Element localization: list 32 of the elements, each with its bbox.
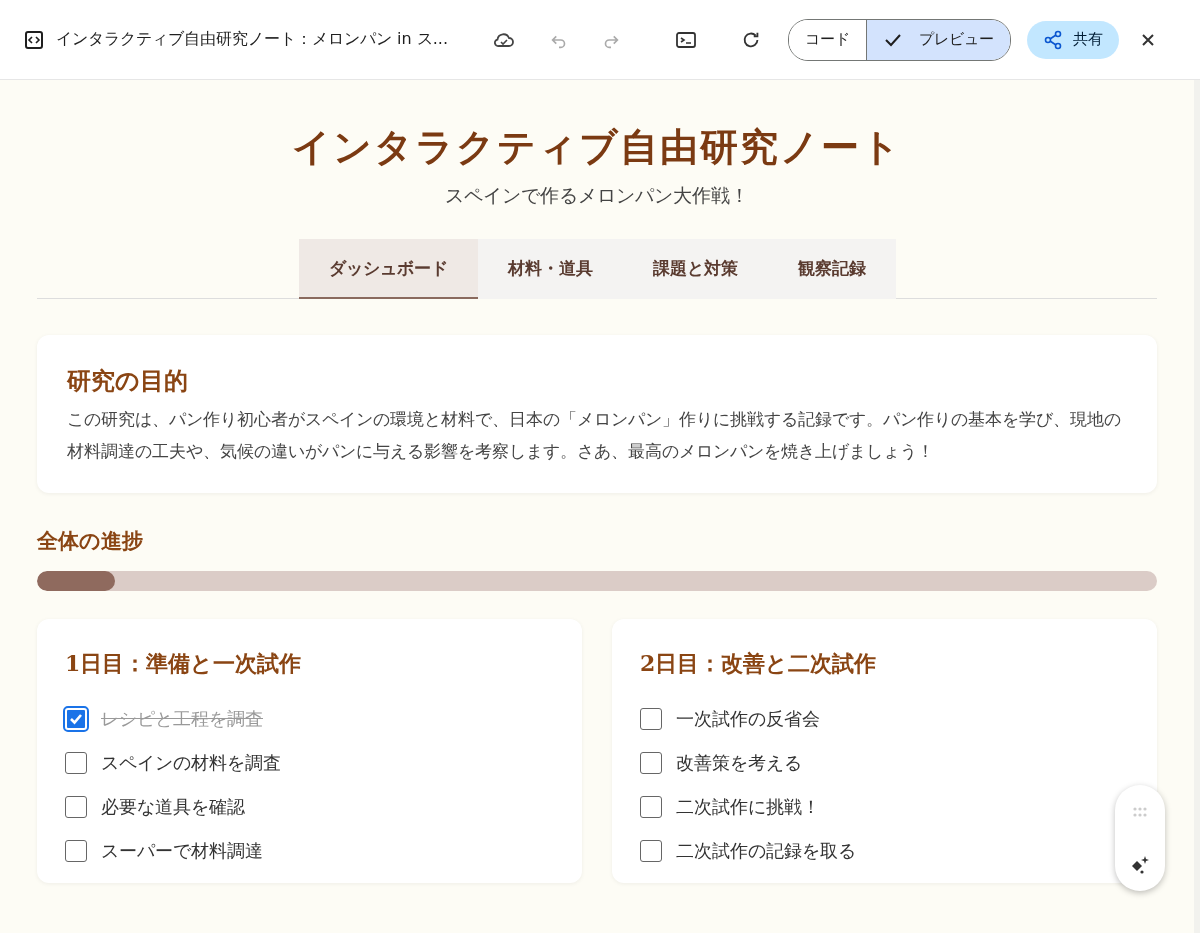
task-label: 必要な道具を確認: [101, 795, 245, 819]
purpose-heading: 研究の目的: [67, 365, 189, 397]
page-title: インタラクティブ自由研究ノート: [291, 123, 903, 171]
day-heading: 1日目：準備と一次試作: [65, 649, 303, 678]
tab[interactable]: 観察記録: [767, 239, 896, 299]
checkbox[interactable]: [640, 708, 662, 730]
tab[interactable]: 課題と対策: [622, 239, 768, 299]
task-label: レシピと工程を調査: [101, 707, 263, 731]
checkbox[interactable]: [65, 752, 87, 774]
view-toggle[interactable]: プレビュー: [866, 19, 1010, 60]
tab[interactable]: ダッシュボード: [298, 239, 478, 299]
drag-handle-icon[interactable]: [1132, 807, 1148, 817]
checkbox[interactable]: [640, 840, 662, 862]
code-icon: [24, 29, 44, 50]
share-button[interactable]: 共有: [1027, 20, 1119, 59]
task-label: スーパーで材料調達: [101, 839, 263, 863]
checkbox[interactable]: [640, 752, 662, 774]
tab[interactable]: 材料・道具: [477, 239, 623, 299]
progress-heading: 全体の進捗: [37, 527, 144, 555]
checkbox[interactable]: [640, 796, 662, 818]
task-label: 二次試作の記録を取る: [676, 839, 856, 863]
task-label: スペインの材料を調査: [101, 751, 281, 775]
purpose-text: この研究は、パン作り初心者がスペインの環境と材料で、日本の「メロンパン」作りに挑戦する記録です。パン作りの基本を学び、現地の材料調達の工夫や、気候の違いがパンに与える影響を考察します。さあ、最高のメロンパンを焼き上げましょう！: [67, 408, 1122, 463]
document-title: インタラクティブ自由研究ノート：メロンパン in ス...: [56, 29, 449, 50]
checkbox[interactable]: [65, 796, 87, 818]
share-icon: [1043, 29, 1063, 50]
day-heading: 2日目：改善と二次試作: [640, 649, 878, 678]
task-label: 二次試作に挑戦！: [676, 795, 820, 819]
checkbox[interactable]: [65, 840, 87, 862]
task-label: 一次試作の反省会: [676, 707, 820, 731]
page-subtitle: スペインで作るメロンパン大作戦！: [444, 183, 750, 208]
task-label: 改善策を考える: [676, 751, 802, 775]
